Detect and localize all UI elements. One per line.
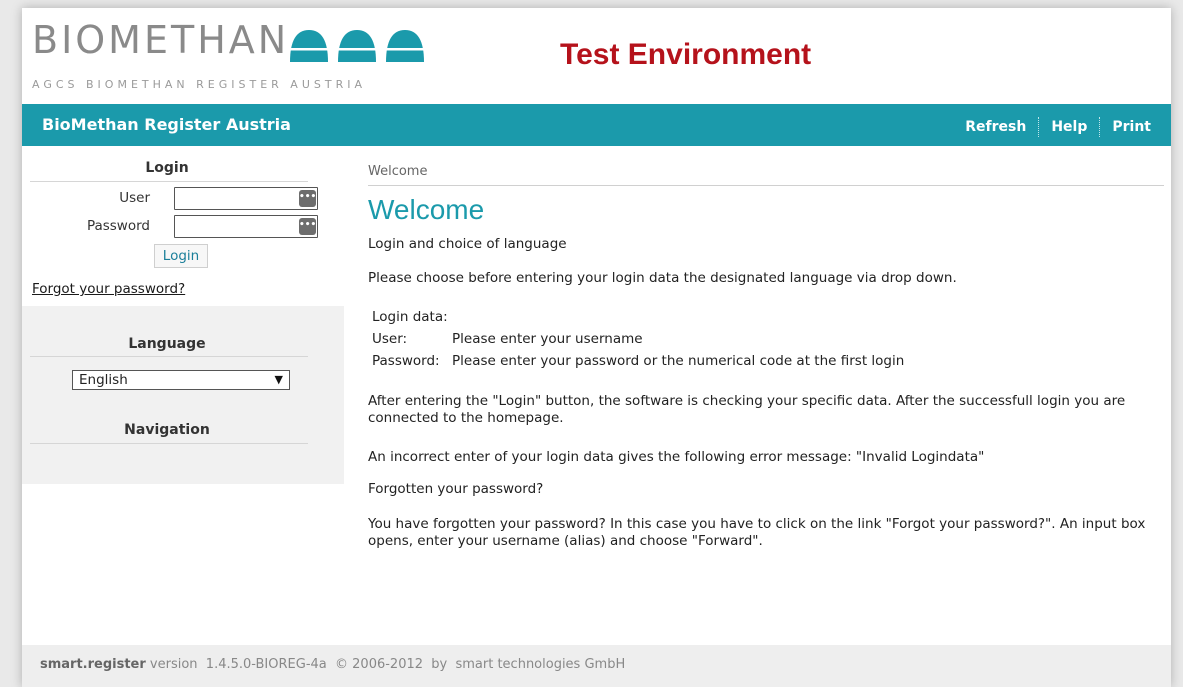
footer-version: version 1.4.5.0-BIOREG-4a © 2006-2012 by…	[145, 657, 626, 672]
error-text: An incorrect enter of your login data gi…	[368, 449, 985, 465]
refresh-link[interactable]: Refresh	[965, 119, 1026, 135]
language-title: Language	[128, 336, 206, 352]
login-button[interactable]: Login	[154, 244, 208, 268]
breadcrumb: Welcome	[368, 164, 428, 179]
footer: smart.register version 1.4.5.0-BIOREG-4a…	[22, 645, 1171, 687]
login-title: Login	[145, 160, 189, 176]
language-select[interactable]: English ▼	[72, 370, 290, 390]
top-bar: BioMethan Register Austria Refresh Help …	[22, 104, 1171, 146]
dots-icon[interactable]: •••	[299, 190, 316, 207]
main-content: Welcome Welcome Login and choice of lang…	[368, 156, 1164, 636]
login-panel: Login User ••• Password ••• Login Forgot…	[22, 146, 344, 306]
language-selected: English	[79, 372, 128, 388]
print-link[interactable]: Print	[1112, 119, 1151, 135]
help-link[interactable]: Help	[1051, 119, 1087, 135]
navigation-title: Navigation	[124, 422, 210, 438]
password-data-label: Password:	[372, 353, 440, 369]
footer-brand: smart.register	[40, 657, 146, 672]
divider	[368, 185, 1164, 186]
page-subtitle: Login and choice of language	[368, 236, 567, 252]
divider	[30, 356, 308, 357]
dots-icon[interactable]: •••	[299, 218, 316, 235]
user-label: User	[119, 190, 150, 206]
divider	[30, 181, 308, 182]
separator	[1099, 117, 1101, 137]
app-title: BioMethan Register Austria	[42, 115, 291, 134]
divider	[30, 443, 308, 444]
user-data-text: Please enter your username	[452, 331, 643, 347]
password-data-text: Please enter your password or the numeri…	[452, 353, 905, 369]
login-data-label: Login data:	[372, 309, 448, 325]
page-header: BIOMETHAN AGCS BIOMETHAN REGISTER AUSTRI…	[22, 8, 1171, 104]
footer-text: smart.register version 1.4.5.0-BIOREG-4a…	[40, 657, 625, 672]
intro-text: Please choose before entering your login…	[368, 270, 957, 286]
forgot-text: You have forgotten your password? In thi…	[368, 516, 1146, 549]
logo-title: BIOMETHAN	[32, 18, 290, 62]
user-field[interactable]: •••	[174, 187, 318, 210]
password-field[interactable]: •••	[174, 215, 318, 238]
page-title: Welcome	[368, 194, 485, 225]
user-data-label: User:	[372, 331, 408, 347]
sidebar: Login User ••• Password ••• Login Forgot…	[22, 146, 344, 484]
triangle-down-icon: ▼	[274, 373, 283, 386]
top-links: Refresh Help Print	[965, 117, 1151, 137]
environment-label: Test Environment	[560, 38, 812, 71]
browser-page: BIOMETHAN AGCS BIOMETHAN REGISTER AUSTRI…	[22, 8, 1171, 687]
password-label: Password	[86, 218, 150, 234]
logo-subtitle: AGCS BIOMETHAN REGISTER AUSTRIA	[32, 78, 366, 91]
after-login-text: After entering the "Login" button, the s…	[368, 393, 1126, 426]
separator	[1038, 117, 1040, 137]
domes-icon	[290, 30, 424, 62]
logo: BIOMETHAN AGCS BIOMETHAN REGISTER AUSTRI…	[32, 16, 452, 100]
forgot-heading: Forgotten your password?	[368, 481, 544, 497]
forgot-password-link[interactable]: Forgot your password?	[32, 281, 185, 297]
